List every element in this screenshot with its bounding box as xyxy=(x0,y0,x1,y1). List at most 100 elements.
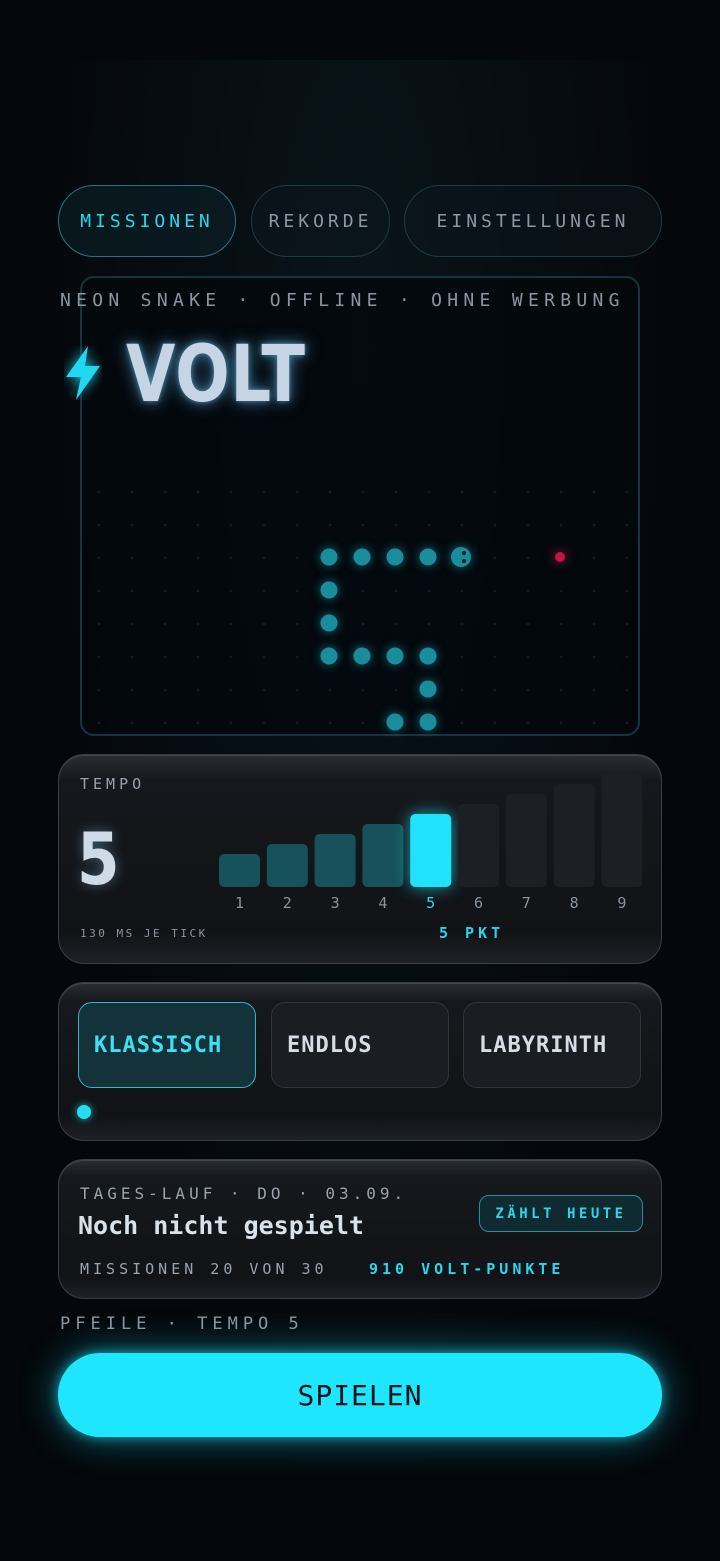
snake-segment xyxy=(320,581,338,599)
grid-dot xyxy=(163,721,167,725)
grid-dot xyxy=(262,589,266,593)
grid-dot xyxy=(97,589,101,593)
daily-badge: ZÄHLT HEUTE xyxy=(479,1195,643,1232)
grid-dot xyxy=(493,556,497,560)
grid-dot xyxy=(427,523,431,527)
snake-segment xyxy=(386,647,404,665)
tempo-bar-label: 8 xyxy=(570,894,579,912)
grid-dot xyxy=(97,655,101,659)
grid-dot xyxy=(394,523,398,527)
grid-dot xyxy=(229,490,233,494)
grid-dot xyxy=(526,556,530,560)
grid-dot xyxy=(262,490,266,494)
grid-dot xyxy=(361,622,365,626)
tempo-bar-5[interactable] xyxy=(410,814,452,887)
grid-dot xyxy=(130,655,134,659)
tab-rekorde[interactable]: REKORDE xyxy=(251,185,390,257)
grid-dot xyxy=(328,721,332,725)
grid-dot xyxy=(493,523,497,527)
snake-segment xyxy=(353,548,371,566)
grid-dot xyxy=(130,490,134,494)
grid-dot xyxy=(361,721,365,725)
grid-dot xyxy=(526,655,530,659)
tab-missionen[interactable]: MISSIONEN xyxy=(58,185,236,257)
grid-dot xyxy=(163,523,167,527)
tempo-bar-2[interactable] xyxy=(266,844,308,887)
snake-segment xyxy=(320,647,338,665)
grid-dot xyxy=(196,490,200,494)
grid-dot xyxy=(229,721,233,725)
daily-missions: MISSIONEN 20 VON 30 xyxy=(80,1260,328,1278)
grid-dot xyxy=(526,589,530,593)
grid-dot xyxy=(592,556,596,560)
tempo-bar-label: 9 xyxy=(617,894,626,912)
grid-dot xyxy=(526,721,530,725)
grid-dot xyxy=(196,721,200,725)
grid-dot xyxy=(295,688,299,692)
grid-dot xyxy=(130,721,134,725)
grid-dot xyxy=(427,490,431,494)
grid-dot xyxy=(394,490,398,494)
grid-dot xyxy=(460,622,464,626)
food-dot xyxy=(555,552,565,562)
grid-dot xyxy=(625,490,629,494)
play-button[interactable]: SPIELEN xyxy=(58,1353,662,1437)
grid-dot xyxy=(196,523,200,527)
grid-dot xyxy=(592,490,596,494)
snake-head xyxy=(451,547,471,567)
grid-dot xyxy=(328,490,332,494)
grid-dot xyxy=(262,622,266,626)
grid-dot xyxy=(526,523,530,527)
mode-endlos-button[interactable]: ENDLOS xyxy=(271,1002,449,1088)
grid-dot xyxy=(493,622,497,626)
tempo-bar-4[interactable] xyxy=(362,824,404,887)
snake-segment xyxy=(419,713,437,731)
tempo-bar-9[interactable] xyxy=(601,774,643,887)
snake-segment xyxy=(386,713,404,731)
tempo-card: TEMPO 5 123456789 130 MS JE TICK 5 PKT xyxy=(58,754,662,964)
grid-dot xyxy=(163,556,167,560)
grid-dot xyxy=(196,622,200,626)
grid-dot xyxy=(361,589,365,593)
grid-dot xyxy=(130,523,134,527)
grid-dot xyxy=(625,556,629,560)
tempo-bar-6[interactable] xyxy=(458,804,499,887)
grid-dot xyxy=(328,523,332,527)
grid-dot xyxy=(163,490,167,494)
grid-dot xyxy=(229,622,233,626)
grid-dot xyxy=(97,523,101,527)
tempo-bar-7[interactable] xyxy=(505,794,547,887)
grid-dot xyxy=(493,490,497,494)
grid-dot xyxy=(295,721,299,725)
mode-klassisch-button[interactable]: KLASSISCH xyxy=(78,1002,256,1088)
grid-dot xyxy=(196,589,200,593)
app-title: VOLT xyxy=(126,330,306,420)
grid-dot xyxy=(592,655,596,659)
grid-dot xyxy=(460,523,464,527)
daily-run-card[interactable]: TAGES-LAUF · DO · 03.09. Noch nicht gesp… xyxy=(58,1159,662,1299)
grid-dot xyxy=(97,622,101,626)
tempo-bar-3[interactable] xyxy=(314,834,356,887)
tempo-bar-1[interactable] xyxy=(219,854,260,887)
grid-dot xyxy=(130,622,134,626)
grid-dot xyxy=(262,655,266,659)
tab-einstellungen[interactable]: EINSTELLUNGEN xyxy=(404,185,662,257)
grid-dot xyxy=(130,556,134,560)
grid-dot xyxy=(394,688,398,692)
grid-dot xyxy=(559,589,563,593)
grid-dot xyxy=(460,589,464,593)
grid-dot xyxy=(460,688,464,692)
grid-dot xyxy=(526,688,530,692)
grid-dot xyxy=(361,688,365,692)
daily-points: 910 VOLT-PUNKTE xyxy=(369,1260,565,1278)
tempo-bar-8[interactable] xyxy=(553,784,595,887)
app-kicker: NEON SNAKE · OFFLINE · OHNE WERBUNG xyxy=(60,290,625,311)
grid-dot xyxy=(229,589,233,593)
mode-labyrinth-button[interactable]: LABYRINTH xyxy=(463,1002,641,1088)
snake-segment xyxy=(419,548,437,566)
mode-card: KLASSISCH ENDLOS LABYRINTH xyxy=(58,982,662,1141)
snake-segment xyxy=(320,614,338,632)
grid-dot xyxy=(526,622,530,626)
grid-dot xyxy=(295,490,299,494)
grid-dot xyxy=(262,721,266,725)
